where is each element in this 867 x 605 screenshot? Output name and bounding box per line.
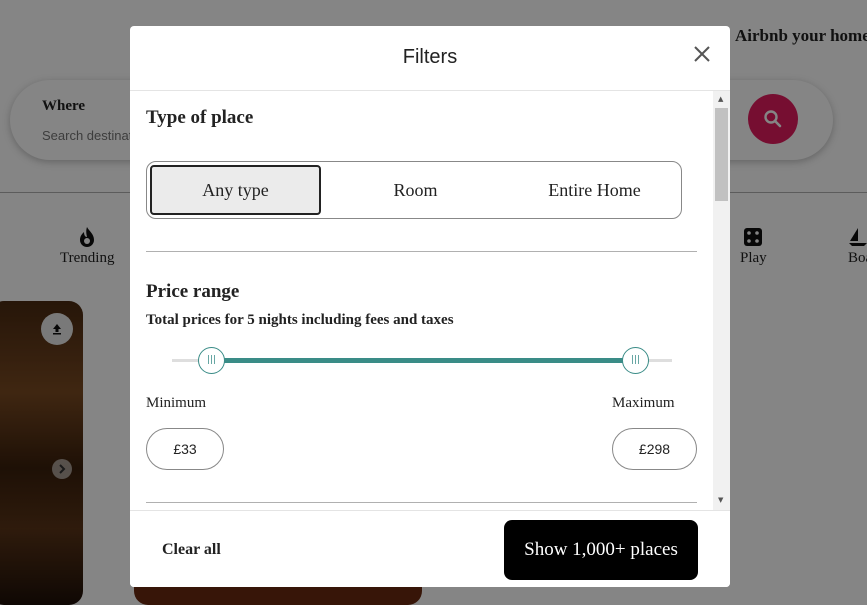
type-of-place-selector: Any type Room Entire Home: [146, 161, 682, 219]
modal-header: Filters: [130, 26, 730, 91]
grip-icon: |||: [206, 355, 217, 365]
close-button[interactable]: [691, 43, 713, 65]
close-icon: [694, 46, 710, 62]
scroll-down-icon[interactable]: ▼: [718, 496, 723, 504]
modal-footer: Clear all Show 1,000+ places: [130, 510, 730, 587]
minimum-label: Minimum: [146, 395, 207, 411]
type-option-room[interactable]: Room: [330, 165, 501, 215]
price-max-handle[interactable]: |||: [622, 347, 649, 374]
price-slider-range: [212, 358, 636, 363]
grip-icon: |||: [630, 355, 641, 365]
show-places-button[interactable]: Show 1,000+ places: [504, 520, 698, 580]
max-price-field[interactable]: £298: [612, 428, 697, 470]
type-of-place-title: Type of place: [146, 107, 254, 128]
type-option-entire-home[interactable]: Entire Home: [509, 165, 680, 215]
scroll-up-icon[interactable]: ▲: [718, 95, 723, 103]
clear-all-button[interactable]: Clear all: [162, 541, 221, 559]
min-price-field[interactable]: £33: [146, 428, 224, 470]
scrollbar-thumb[interactable]: [715, 108, 728, 201]
section-divider: [146, 502, 697, 503]
price-min-handle[interactable]: |||: [198, 347, 225, 374]
modal-scrollbar[interactable]: ▲ ▼: [713, 91, 730, 511]
modal-body: Type of place Any type Room Entire Home …: [130, 91, 713, 511]
type-option-any[interactable]: Any type: [150, 165, 321, 215]
modal-title: Filters: [402, 46, 458, 68]
section-divider: [146, 251, 697, 252]
price-range-subtitle: Total prices for 5 nights including fees…: [146, 312, 454, 328]
maximum-label: Maximum: [612, 395, 675, 411]
filters-modal: Filters Type of place Any type Room Enti…: [130, 26, 730, 587]
price-range-title: Price range: [146, 281, 240, 302]
